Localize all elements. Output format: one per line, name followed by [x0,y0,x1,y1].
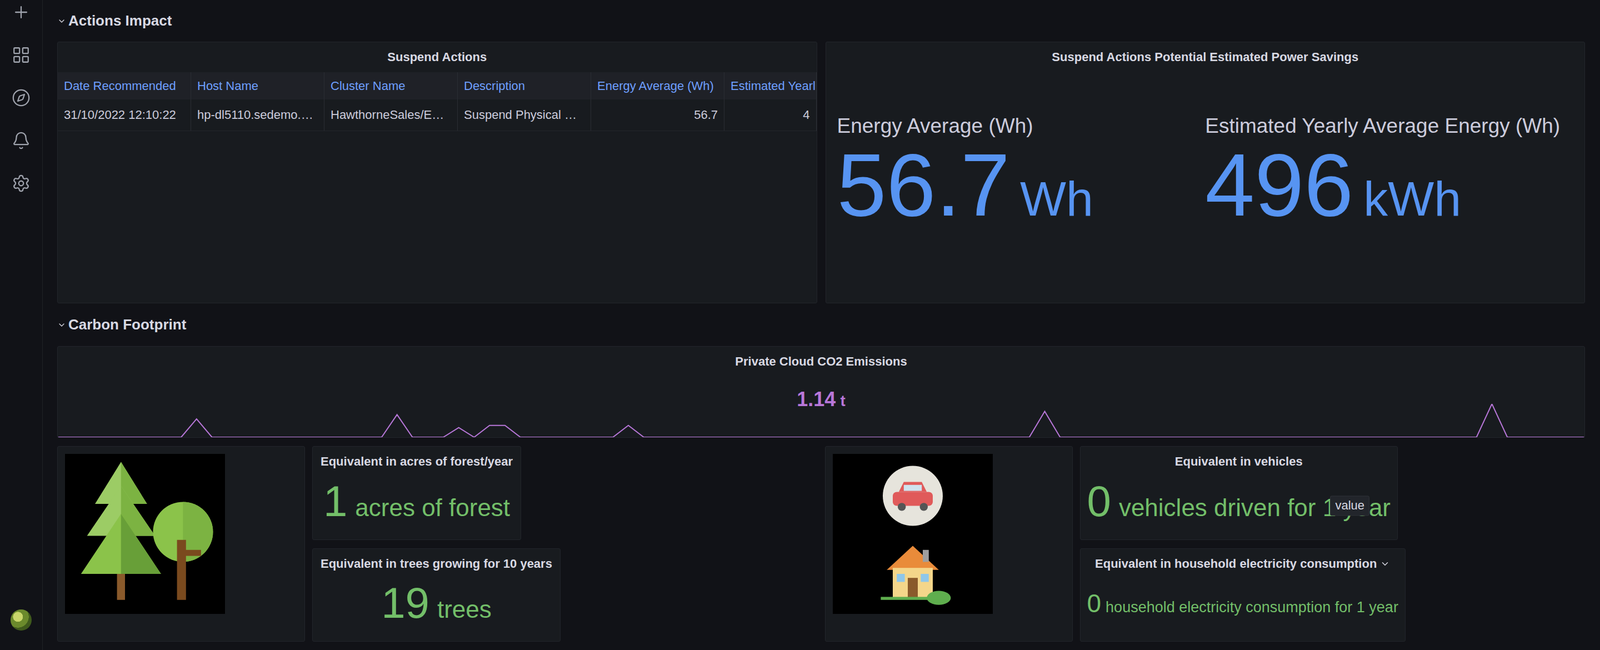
car-house-icon [832,453,993,614]
sidebar-item[interactable] [11,45,32,65]
section-header[interactable]: Actions Impact [57,0,1585,42]
stat-value-line: 56.7Wh [837,138,1195,232]
co2-panel: Private Cloud CO2 Emissions 1.14t [57,346,1585,438]
table-cell: HawthorneSales/E… [324,99,458,132]
equivalent-panel: Equivalent in vehicles 0vehicles driven f… [1080,446,1399,540]
dashboards-icon[interactable] [11,45,31,65]
stat-value-line: 19trees [381,577,492,629]
stat-value: 0 [1087,476,1112,527]
image-panel [825,446,1073,642]
stat-value-line: 0household electricity consumption for 1… [1087,588,1399,619]
sidebar-item[interactable] [11,173,32,194]
stat-value: 19 [381,577,430,629]
image-panel [57,446,305,642]
compass-icon[interactable] [11,88,31,108]
panel-title: Equivalent in acres of forest/year [312,446,521,469]
panel-row: Suspend Actions Date RecommendedHost Name… [57,41,1585,304]
table-cell: hp-dl5110.sedemo.… [191,99,325,132]
tooltip: value [1330,495,1370,516]
panel-title: Suspend Actions Potential Estimated Powe… [826,42,1585,65]
stat: Energy Average (Wh)56.7Wh [837,64,1206,281]
table-panel: Suspend Actions Date RecommendedHost Name… [57,41,818,304]
table-header-cell[interactable]: Date Recommended [57,72,192,100]
panel-title: Equivalent in trees growing for 10 years [312,548,560,572]
stat-value: 1.14 [796,387,836,412]
stat-body: 19trees [312,571,560,642]
stat: Estimated Yearly Average Energy (Wh)496k… [1205,64,1574,281]
sidebar-item[interactable] [11,2,32,23]
stat-body: 0household electricity consumption for 1… [1080,571,1405,642]
equivalent-panel: Equivalent in trees growing for 10 years… [312,548,561,643]
bell-icon[interactable] [11,131,31,150]
stat-value-line: 496kWh [1205,138,1563,232]
stat-value: 0 [1087,588,1102,619]
stat-label: Estimated Yearly Average Energy (Wh) [1205,113,1563,139]
table-cell: 31/10/2022 12:10:22 [57,99,192,132]
table-cell: Suspend Physical … [457,99,592,132]
stat-value-line: 1.14t [796,387,845,419]
stat-unit: trees [437,595,492,624]
sidebar [0,0,43,650]
stat-value: 496 [1205,138,1354,232]
equivalents-grid: Equivalent in acres of forest/year 1acres… [57,446,1585,642]
table-cell: 56.7 [591,99,725,132]
gear-icon[interactable] [11,173,31,193]
table-header-cell[interactable]: Host Name [191,72,325,100]
panel-title: Suspend Actions [57,42,817,65]
sidebar-item[interactable] [11,130,32,151]
trees-icon [65,453,225,614]
avatar-icon[interactable] [10,609,32,631]
stat-body: 1acres of forest [312,468,521,540]
table-header-cell[interactable]: Description [457,72,592,100]
plus-icon[interactable] [11,2,31,22]
image-box [65,453,225,614]
stat-value-line: 1acres of forest [323,476,510,527]
equivalent-panel: Equivalent in acres of forest/year 1acres… [312,446,522,540]
dashboard-body: Actions ImpactSuspend Actions Date Recomm… [42,0,1600,650]
stat-unit: vehicles driven for 1 yearvalue [1118,493,1391,522]
panel-title[interactable]: Equivalent in household electricity cons… [1080,548,1405,572]
stat-unit: household electricity consumption for 1 … [1105,598,1399,617]
co2-body: 1.14t [57,368,1585,438]
equivalent-panel: Equivalent in household electricity cons… [1080,548,1406,643]
stat-grid: Energy Average (Wh)56.7WhEstimated Yearl… [826,64,1585,303]
stat-value-line: 0vehicles driven for 1 yearvalue [1087,476,1392,527]
stat-unit: Wh [1020,170,1094,228]
chevron-down-icon[interactable] [57,16,67,26]
stat-value: 1 [323,476,348,527]
chevron-down-icon[interactable] [1380,558,1390,569]
sidebar-item[interactable] [11,87,32,108]
table-header-cell[interactable]: Energy Average (Wh) [591,72,725,100]
stat-body: 0vehicles driven for 1 yearvalue [1080,468,1398,540]
dashboard: Actions ImpactSuspend Actions Date Recomm… [0,0,1600,650]
table-header-cell[interactable]: Estimated Yearl [724,72,817,100]
table-cell: 4 [724,99,817,132]
panel-title: Equivalent in vehicles [1080,446,1398,469]
stat-panel: Suspend Actions Potential Estimated Powe… [825,41,1586,304]
stat-unit: t [840,392,845,410]
stat-value: 56.7 [837,138,1010,232]
section-header[interactable]: Carbon Footprint [57,303,1585,347]
image-box [832,453,993,614]
table-header-cell[interactable]: Cluster Name [324,72,458,100]
chevron-down-icon[interactable] [57,320,67,330]
stat-unit: acres of forest [355,493,510,522]
stat-label: Energy Average (Wh) [837,113,1195,139]
panel-title: Private Cloud CO2 Emissions [57,346,1585,369]
stat-unit: kWh [1363,170,1462,228]
table: Date RecommendedHost NameCluster NameDes… [57,72,817,132]
